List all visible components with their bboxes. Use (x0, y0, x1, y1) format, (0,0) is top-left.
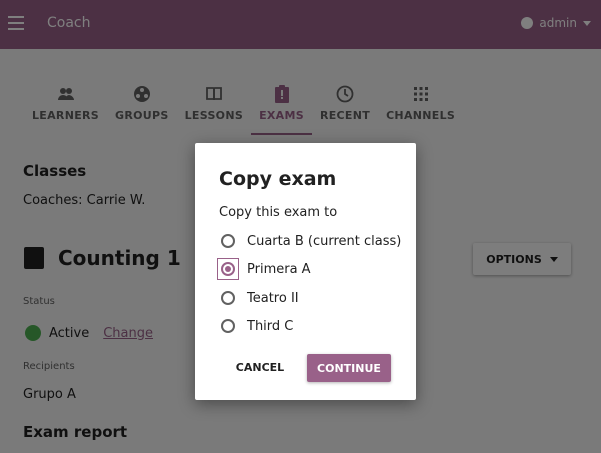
dialog-title: Copy exam (219, 168, 337, 190)
radio-button[interactable] (221, 234, 235, 248)
option-label: Third C (247, 318, 294, 334)
class-option[interactable]: Primera A (217, 258, 311, 280)
radio-button-selected[interactable] (221, 262, 235, 276)
cancel-button[interactable]: CANCEL (231, 354, 289, 380)
continue-button[interactable]: CONTINUE (307, 354, 391, 382)
class-option[interactable]: Cuarta B (current class) (219, 232, 401, 250)
radio-button[interactable] (221, 291, 235, 305)
copy-exam-dialog: Copy exam Copy this exam to Cuarta B (cu… (195, 143, 416, 400)
option-label: Teatro II (247, 290, 299, 306)
option-label: Primera A (247, 261, 311, 277)
radio-button[interactable] (221, 319, 235, 333)
class-option[interactable]: Third C (219, 317, 293, 335)
dialog-subtitle: Copy this exam to (219, 205, 338, 220)
class-option[interactable]: Teatro II (219, 289, 299, 307)
option-label: Cuarta B (current class) (247, 233, 402, 249)
